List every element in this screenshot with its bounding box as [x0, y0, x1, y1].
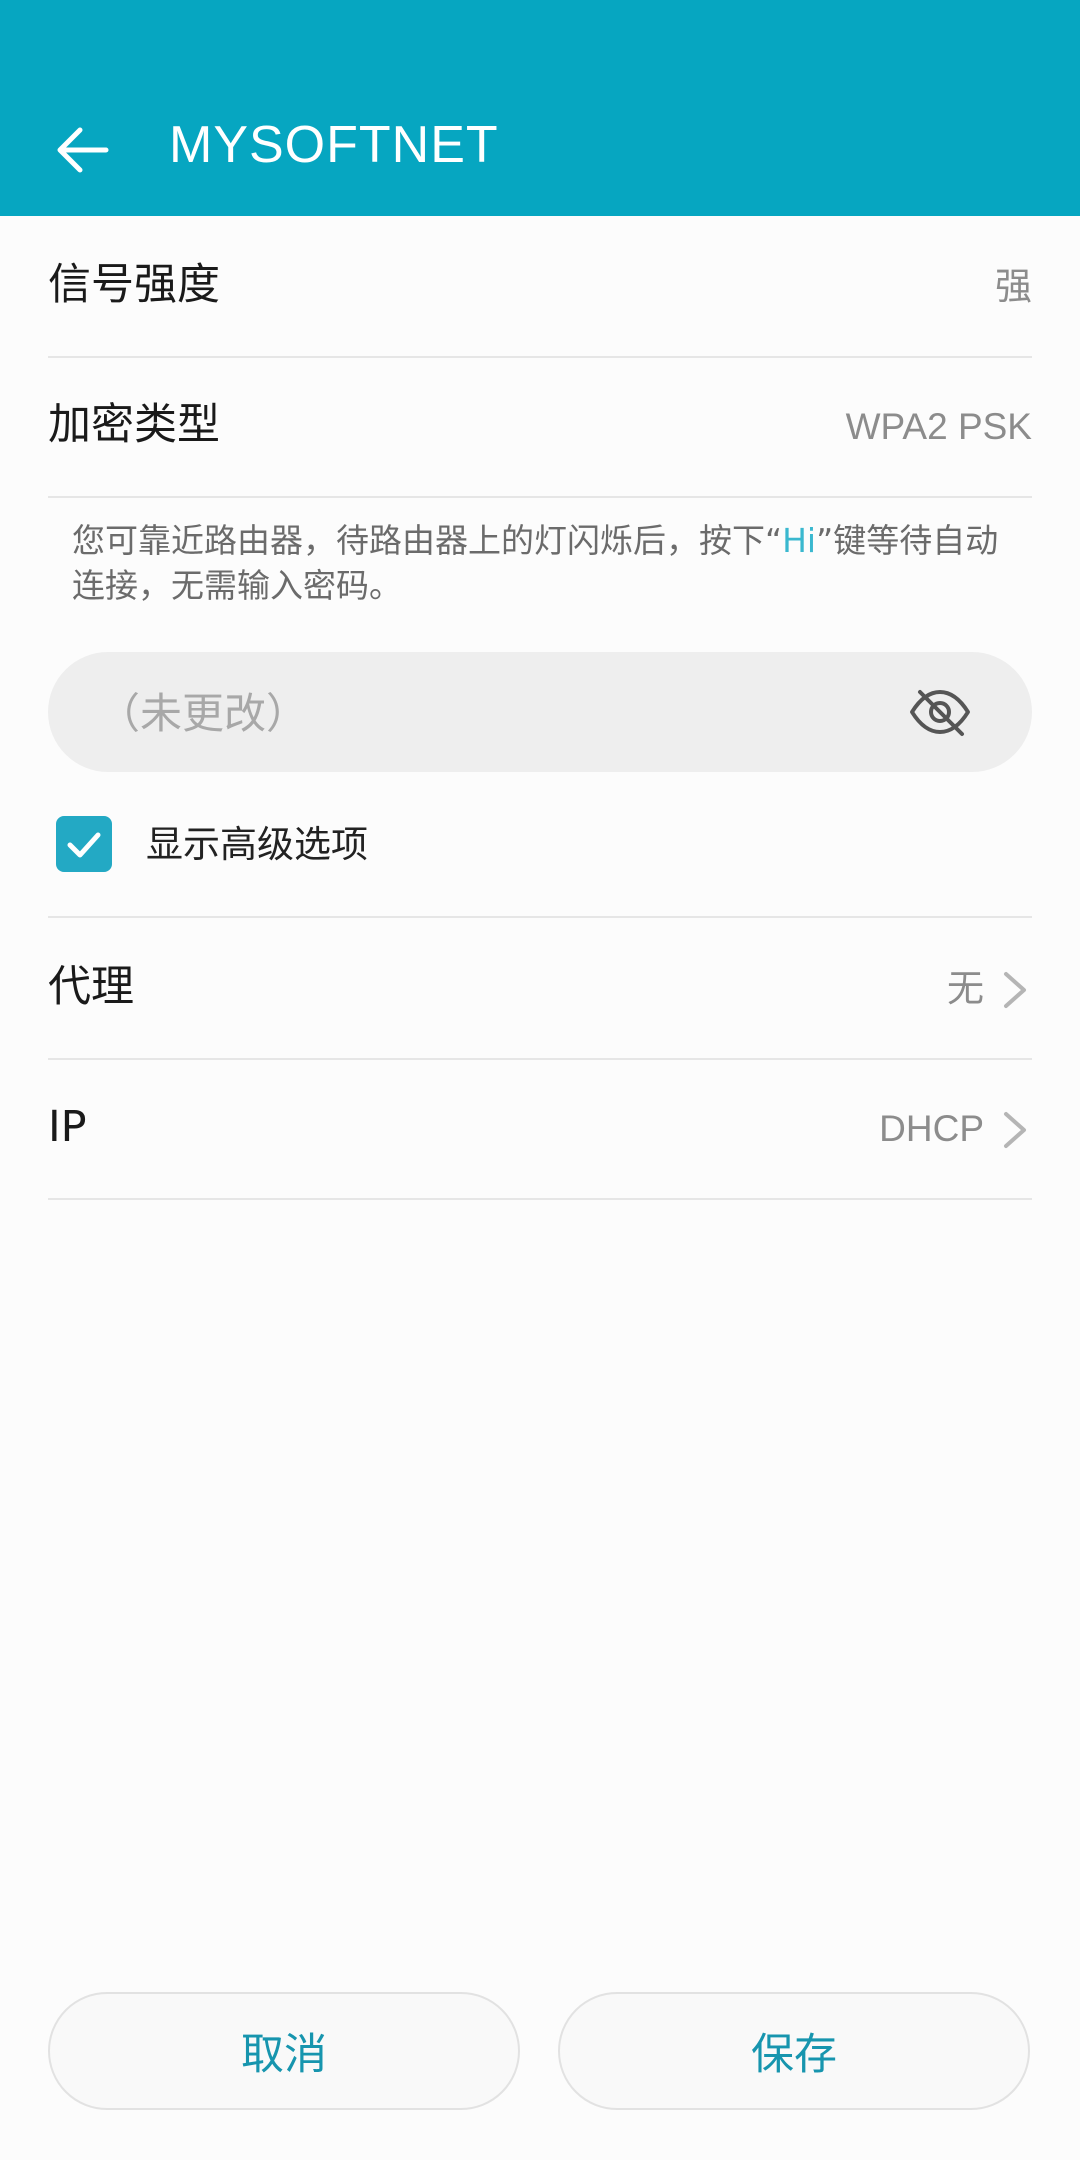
- password-field: [48, 652, 1032, 772]
- ip-value: DHCP: [879, 1108, 984, 1149]
- page-title: MYSOFTNET: [169, 116, 499, 174]
- signal-strength-label: 信号强度: [48, 260, 220, 310]
- cancel-button[interactable]: 取消: [48, 1992, 520, 2110]
- password-visibility-toggle[interactable]: [908, 682, 972, 742]
- encryption-type-row: 加密类型 WPA2 PSK: [48, 356, 1032, 498]
- signal-strength-row: 信号强度 强: [48, 216, 1032, 358]
- check-icon: [67, 832, 101, 858]
- ip-label: IP: [48, 1102, 87, 1152]
- proxy-value: 无: [947, 968, 984, 1009]
- arrow-left-icon: [57, 127, 109, 173]
- proxy-label: 代理: [48, 962, 134, 1012]
- app-bar: MYSOFTNET: [0, 0, 1080, 216]
- encryption-type-value: WPA2 PSK: [845, 406, 1032, 447]
- eye-off-icon: [910, 690, 970, 736]
- signal-strength-value: 强: [995, 266, 1032, 307]
- show-advanced-checkbox[interactable]: [56, 816, 112, 872]
- wps-hint-text: 您可靠近路由器，待路由器上的灯闪烁后，按下“Hi”键等待自动连接，无需输入密码。: [72, 518, 1012, 608]
- hint-text-before: 您可靠近路由器，待路由器上的灯闪烁后，按下“: [72, 521, 783, 560]
- encryption-type-label: 加密类型: [48, 400, 220, 450]
- hint-hi-key: Hi: [782, 521, 817, 560]
- back-button[interactable]: [40, 108, 124, 192]
- password-input[interactable]: [96, 682, 880, 744]
- show-advanced-label[interactable]: 显示高级选项: [146, 818, 368, 872]
- save-button[interactable]: 保存: [558, 1992, 1030, 2110]
- chevron-right-icon: [1004, 1112, 1026, 1148]
- ip-row[interactable]: IP DHCP: [48, 1058, 1032, 1200]
- proxy-row[interactable]: 代理 无: [48, 918, 1032, 1060]
- chevron-right-icon: [1004, 972, 1026, 1008]
